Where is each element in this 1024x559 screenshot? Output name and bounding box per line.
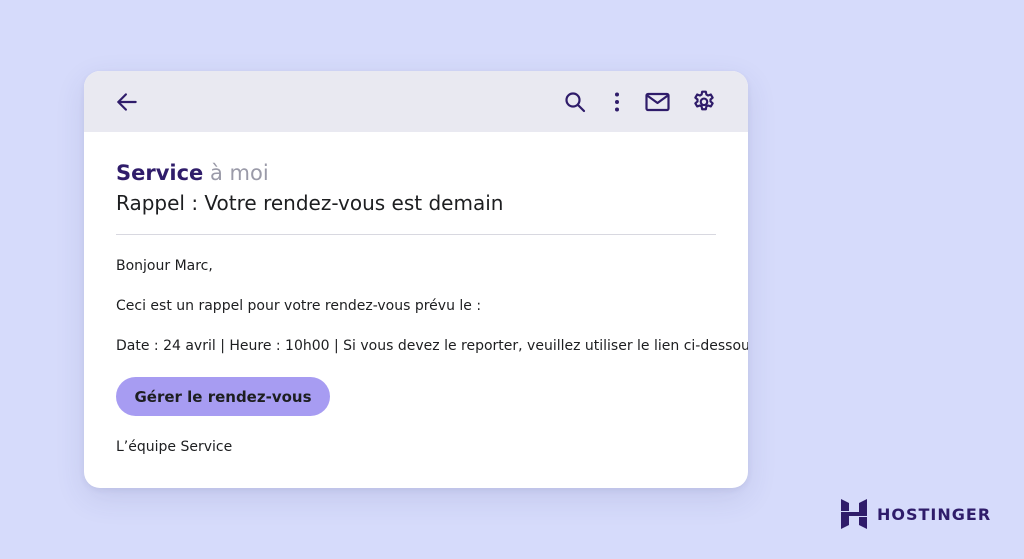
hostinger-logo-icon — [841, 499, 867, 529]
brand-logo: HOSTINGER — [841, 499, 991, 529]
email-signature: L’équipe Service — [116, 439, 233, 455]
back-arrow-icon[interactable] — [112, 87, 142, 117]
gear-icon[interactable] — [689, 87, 719, 117]
email-card: Service à moi Rappel : Votre rendez-vous… — [84, 71, 748, 488]
manage-appointment-button[interactable]: Gérer le rendez-vous — [116, 377, 330, 416]
recipient-label: à moi — [210, 161, 269, 185]
brand-name: HOSTINGER — [877, 504, 992, 524]
email-intro: Ceci est un rappel pour votre rendez-vou… — [116, 298, 482, 314]
email-content: Service à moi Rappel : Votre rendez-vous… — [84, 160, 748, 456]
email-greeting: Bonjour Marc, — [116, 258, 213, 274]
sender-line: Service à moi — [116, 160, 716, 186]
email-details: Date : 24 avril | Heure : 10h00 | Si vou… — [116, 338, 748, 354]
more-vertical-icon[interactable] — [602, 87, 632, 117]
search-icon[interactable] — [560, 87, 590, 117]
sender-name[interactable]: Service — [116, 161, 203, 185]
divider — [116, 234, 716, 235]
email-subject: Rappel : Votre rendez-vous est demain — [116, 191, 504, 215]
mail-icon[interactable] — [642, 87, 672, 117]
email-toolbar — [84, 71, 748, 132]
